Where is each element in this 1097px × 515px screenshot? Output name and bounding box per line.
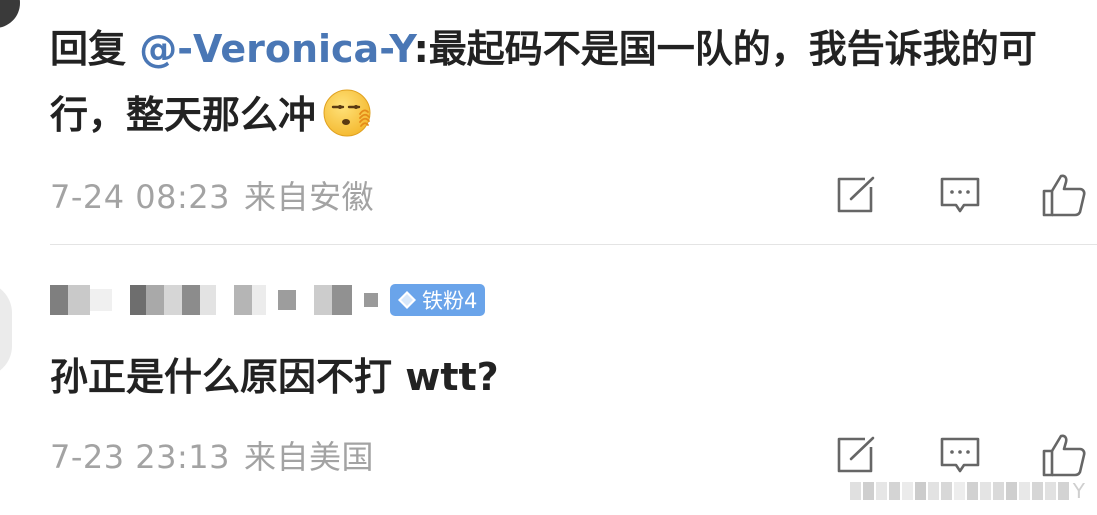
share-edit-icon xyxy=(837,176,875,213)
comment-button[interactable] xyxy=(937,172,983,218)
comment-button[interactable] xyxy=(937,432,983,478)
thumbs-up-icon xyxy=(1042,174,1086,217)
comment-text: 回复 @-Veronica-Y:最起码不是国一队的，我告诉我的可行，整天那么冲 xyxy=(50,16,1085,148)
comment-location: 来自安徽 xyxy=(244,178,375,216)
comment-date: 7-23 23:13 xyxy=(50,438,231,476)
like-button[interactable] xyxy=(1041,172,1087,218)
share-edit-icon xyxy=(837,436,875,473)
badge-label: 铁粉4 xyxy=(422,289,478,313)
divider xyxy=(50,244,1097,245)
comment-actions xyxy=(833,170,1087,220)
thumbs-up-icon xyxy=(1042,434,1086,477)
watermark-text: Y xyxy=(1072,479,1085,503)
comment-text: 孙正是什么原因不打 wtt? xyxy=(50,344,1085,410)
fan-badge[interactable]: 铁粉4 xyxy=(390,284,486,316)
comment-bubble-icon xyxy=(940,177,980,213)
comment-actions xyxy=(833,430,1087,480)
mention-link[interactable]: @-Veronica-Y xyxy=(139,27,413,71)
diamond-icon xyxy=(398,291,416,309)
share-button[interactable] xyxy=(833,172,879,218)
watermark: Y xyxy=(849,479,1085,503)
like-button[interactable] xyxy=(1041,432,1087,478)
avatar[interactable] xyxy=(0,282,12,377)
smirk-face-emoji xyxy=(323,89,371,137)
share-button[interactable] xyxy=(833,432,879,478)
username-pixelated[interactable] xyxy=(50,282,378,318)
reply-prefix: 回复 xyxy=(50,27,140,71)
comment-location: 来自美国 xyxy=(244,438,375,476)
comment-meta: 7-23 23:13 来自美国 xyxy=(50,432,388,478)
comment-meta: 7-24 08:23 来自安徽 xyxy=(50,172,388,218)
avatar[interactable] xyxy=(0,0,20,28)
comment-body: 孙正是什么原因不打 wtt? xyxy=(50,355,499,399)
comment-date: 7-24 08:23 xyxy=(50,178,231,216)
comment-bubble-icon xyxy=(940,437,980,473)
comment-author-row: 铁粉4 xyxy=(50,282,486,318)
